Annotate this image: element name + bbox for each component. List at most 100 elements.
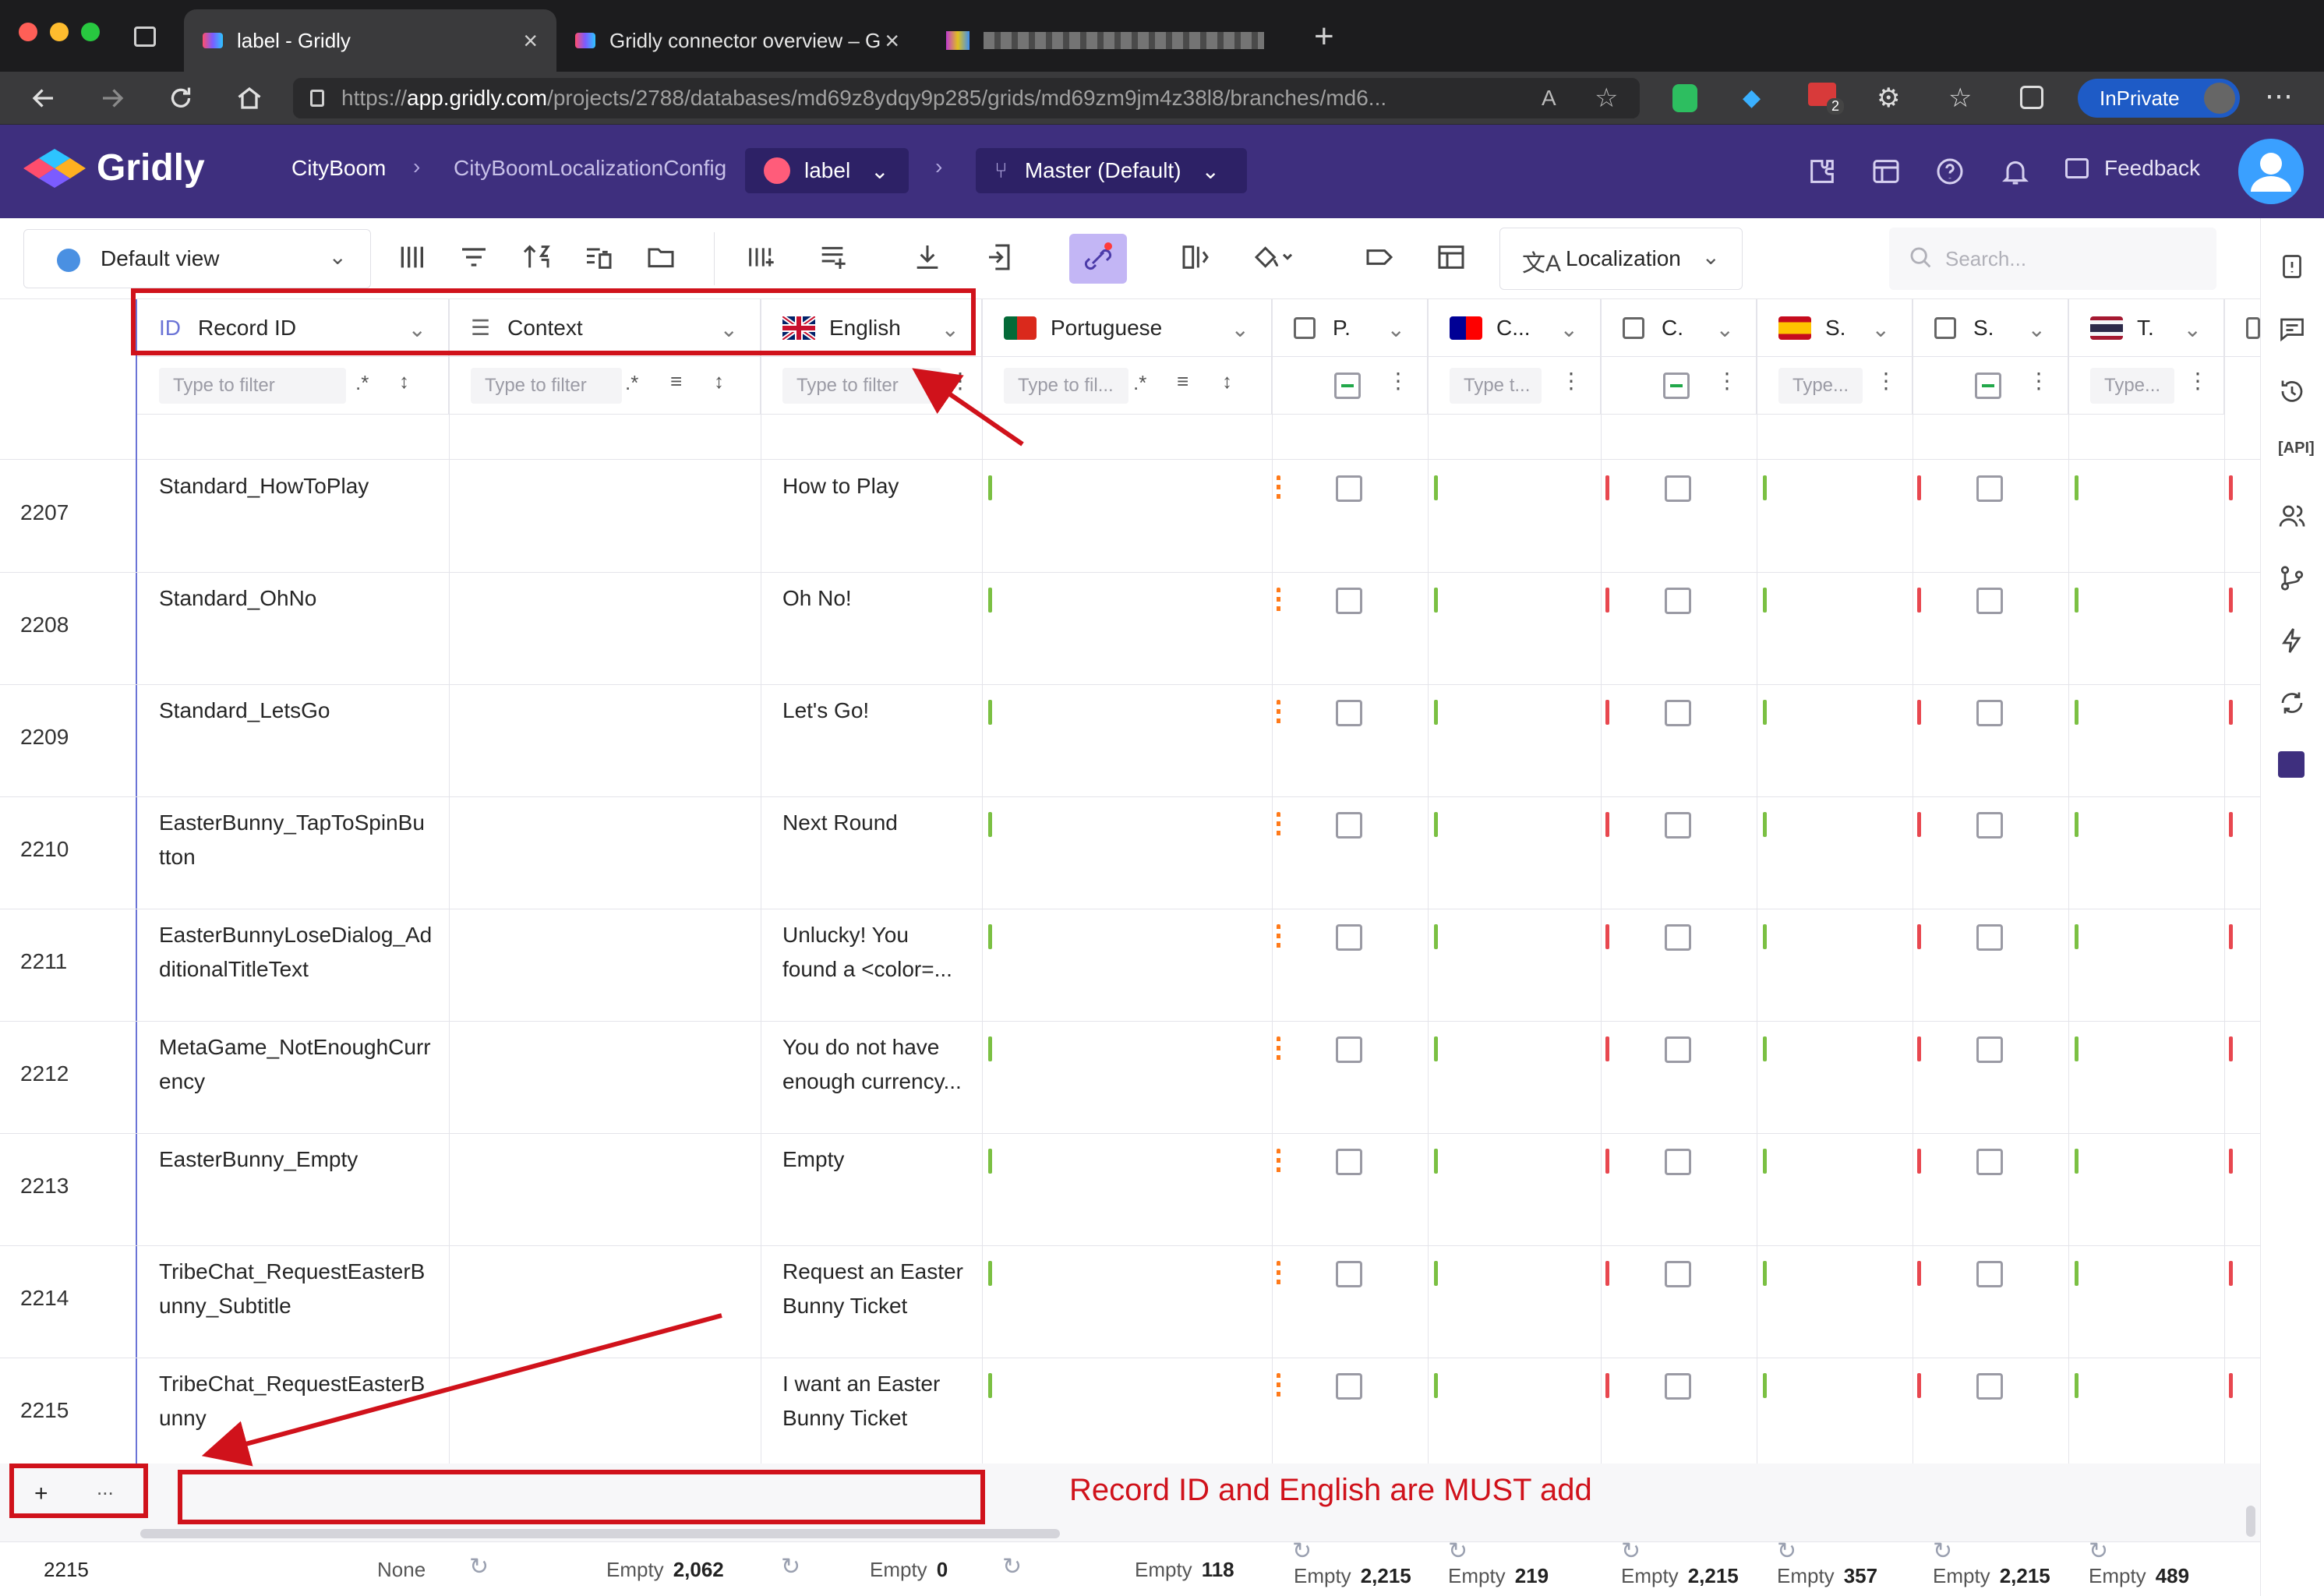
refresh-stat-icon[interactable]: ↻ [781, 1553, 800, 1580]
sync-icon[interactable] [2278, 689, 2309, 720]
notifications-icon[interactable] [2000, 156, 2031, 187]
cell-english[interactable]: You do not have enough currency... [782, 1030, 962, 1099]
integrations-icon[interactable] [1807, 156, 1838, 187]
cell-english[interactable]: I want an Easter Bunny Ticket [782, 1367, 940, 1435]
filter-input-t-language[interactable]: Type... [2090, 368, 2174, 404]
regex-icon[interactable]: .* [355, 371, 369, 395]
row-checkbox[interactable] [1665, 1149, 1691, 1175]
row-checkbox[interactable] [1976, 475, 2003, 502]
row-number[interactable]: 2214 [20, 1286, 69, 1311]
breadcrumb-database[interactable]: CityBoomLocalizationConfig [454, 156, 726, 181]
row-checkbox[interactable] [1976, 1149, 2003, 1175]
import-icon[interactable] [985, 242, 1019, 276]
extensions-icon[interactable]: ⚙ [1877, 83, 1900, 114]
row-checkbox[interactable] [1976, 1261, 2003, 1287]
column-header-s-language[interactable]: S. ⌄ [1757, 299, 1913, 357]
refresh-icon[interactable] [164, 81, 198, 115]
cell-english[interactable]: Oh No! [782, 581, 852, 616]
tab-actions-icon[interactable] [134, 26, 156, 47]
users-icon[interactable] [2278, 502, 2309, 533]
row-checkbox[interactable] [1336, 1261, 1362, 1287]
chevron-down-icon[interactable]: ⌄ [2184, 316, 2202, 342]
browser-tab[interactable]: Gridly connector overview – G × [556, 9, 918, 72]
delete-rows-icon[interactable] [583, 242, 617, 276]
cell-record-id[interactable]: EasterBunny_Empty [159, 1142, 358, 1177]
row-checkbox[interactable] [1976, 588, 2003, 614]
cell-record-id[interactable]: EasterBunny_TapToSpinBu tton [159, 806, 425, 874]
collections-icon[interactable] [2020, 86, 2043, 109]
favorite-add-icon[interactable]: ☆ [1595, 83, 1618, 114]
forward-icon[interactable] [95, 81, 129, 115]
cell-record-id[interactable]: Standard_OhNo [159, 581, 316, 616]
columns-icon[interactable] [396, 242, 430, 276]
freeze-columns-icon[interactable] [1180, 242, 1214, 276]
sort-az-icon[interactable]: ↕ [714, 369, 724, 394]
row-checkbox[interactable] [1665, 1261, 1691, 1287]
row-checkbox[interactable] [1976, 924, 2003, 951]
row-checkbox[interactable] [1336, 700, 1362, 726]
branch-selector[interactable]: ⑂ Master (Default) ⌄ [976, 148, 1247, 193]
row-number[interactable]: 2208 [20, 613, 69, 637]
row-checkbox[interactable] [1665, 700, 1691, 726]
row-checkbox[interactable] [1665, 475, 1691, 502]
gridly-logo[interactable]: Gridly [23, 147, 205, 189]
horizontal-scrollbar[interactable] [140, 1529, 1060, 1538]
cell-english[interactable]: Empty [782, 1142, 844, 1177]
row-number[interactable]: 2211 [20, 949, 67, 974]
add-column-icon[interactable] [745, 242, 779, 276]
row-checkbox[interactable] [1665, 588, 1691, 614]
cell-english[interactable]: How to Play [782, 469, 899, 503]
breadcrumb-project[interactable]: CityBoom [291, 156, 386, 181]
history-icon[interactable] [2278, 377, 2309, 408]
layout-icon[interactable] [1870, 156, 1902, 187]
more-options-icon[interactable]: ⋮ [1560, 368, 1582, 394]
cell-record-id[interactable]: Standard_LetsGo [159, 694, 330, 728]
row-number[interactable]: 2209 [20, 725, 69, 750]
filter-input-s-language[interactable]: Type... [1778, 368, 1863, 404]
column-header-s-status[interactable]: S. ⌄ [1913, 299, 2068, 357]
column-header-c-status[interactable]: C. ⌄ [1601, 299, 1757, 357]
chevron-down-icon[interactable]: ⌄ [1231, 316, 1249, 342]
row-checkbox[interactable] [1976, 812, 2003, 839]
refresh-stat-icon[interactable]: ↻ [1448, 1538, 1468, 1565]
indeterminate-checkbox[interactable] [1334, 373, 1361, 399]
branch-icon[interactable] [2278, 564, 2309, 595]
more-options-icon[interactable]: ⋮ [1875, 368, 1897, 394]
vertical-scrollbar[interactable] [2246, 1506, 2255, 1537]
view-selector[interactable]: Default view ⌄ [23, 229, 371, 288]
filter-icon[interactable] [458, 242, 493, 276]
row-number[interactable]: 2210 [20, 837, 69, 862]
column-header-portuguese[interactable]: Portuguese ⌄ [982, 299, 1272, 357]
more-options-icon[interactable]: ⋮ [1716, 368, 1738, 394]
browser-tab-active[interactable]: label - Gridly × [184, 9, 556, 72]
regex-icon[interactable]: .* [625, 371, 638, 395]
row-checkbox[interactable] [1336, 1373, 1362, 1400]
refresh-stat-icon[interactable]: ↻ [1621, 1538, 1641, 1565]
record-history-icon[interactable] [2278, 252, 2309, 284]
tab-close-icon[interactable]: × [885, 26, 899, 55]
evernote-extension-icon[interactable] [1672, 84, 1697, 112]
automation-icon[interactable] [2278, 627, 2309, 658]
more-options-icon[interactable]: ⋮ [2028, 368, 2050, 394]
home-icon[interactable] [232, 81, 267, 115]
window-zoom-button[interactable] [81, 23, 100, 41]
search-input[interactable]: Search... [1889, 228, 2216, 290]
chevron-down-icon[interactable]: ⌄ [1872, 316, 1890, 342]
window-close-button[interactable] [19, 23, 37, 41]
row-checkbox[interactable] [1336, 1036, 1362, 1063]
cell-english[interactable]: Let's Go! [782, 694, 869, 728]
chevron-down-icon[interactable]: ⌄ [1716, 316, 1734, 342]
row-checkbox[interactable] [1976, 1036, 2003, 1063]
more-options-icon[interactable]: ⋮ [1387, 368, 1409, 394]
row-checkbox[interactable] [1665, 1036, 1691, 1063]
feedback-button[interactable]: Feedback [2065, 156, 2200, 181]
more-options-icon[interactable]: ⋮ [949, 368, 971, 394]
help-icon[interactable] [1934, 156, 1966, 187]
row-checkbox[interactable] [1976, 1373, 2003, 1400]
more-options-icon[interactable]: ⋮ [2187, 368, 2209, 394]
refresh-stat-icon[interactable]: ↻ [469, 1553, 489, 1580]
comments-icon[interactable] [2278, 315, 2309, 346]
refresh-stat-icon[interactable]: ↻ [2089, 1538, 2108, 1565]
url-field[interactable]: https://app.gridly.com/projects/2788/dat… [293, 78, 1640, 118]
back-icon[interactable] [26, 81, 61, 115]
